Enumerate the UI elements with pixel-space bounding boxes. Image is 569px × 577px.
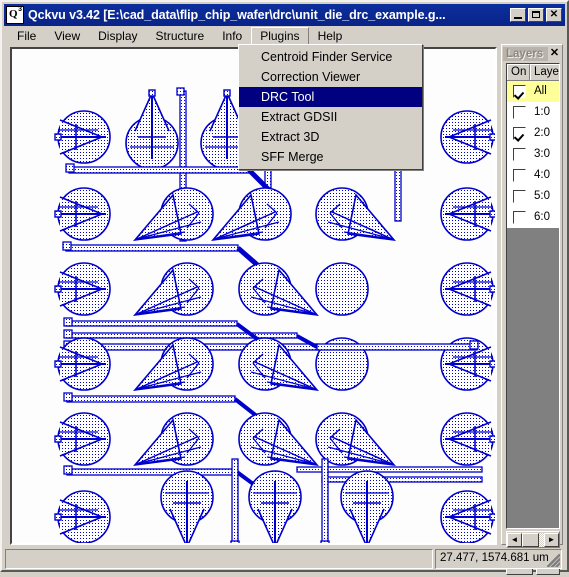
app-icon: Q 3 [6, 6, 24, 24]
app-icon-letter: Q [9, 8, 18, 20]
column-header-layer[interactable]: Layer [530, 64, 559, 80]
layer-name-6-0: 6:0 [534, 211, 550, 223]
layer-checkbox-all[interactable] [512, 85, 526, 98]
layer-row-3-0[interactable]: 3:0 [507, 144, 559, 165]
layer-checkbox-1-0[interactable] [512, 106, 526, 119]
app-icon-superscript: 3 [18, 6, 22, 13]
scrollbar-thumb[interactable] [522, 532, 539, 547]
layer-checkbox-cell [507, 106, 531, 119]
layer-name-3-0: 3:0 [534, 148, 550, 160]
layer-checkbox-cell [507, 169, 531, 182]
layer-name-all: All [534, 85, 547, 97]
layer-name-4-0: 4:0 [534, 169, 550, 181]
layer-row-6-0[interactable]: 6:0 [507, 207, 559, 228]
layer-checkbox-cell [507, 127, 531, 140]
menu-view[interactable]: View [45, 27, 89, 47]
layer-checkbox-4-0[interactable] [512, 169, 526, 182]
layer-checkbox-5-0[interactable] [512, 190, 526, 203]
layer-checkbox-6-0[interactable] [512, 211, 526, 224]
menu-display[interactable]: Display [89, 27, 146, 47]
coordinates-text: 27.477, 1574.681 um [440, 552, 549, 564]
column-header-on[interactable]: On [507, 64, 530, 80]
menu-item-extract-gdsii[interactable]: Extract GDSII [239, 107, 422, 127]
status-message [5, 549, 433, 569]
resize-grip-icon[interactable] [547, 554, 560, 567]
layer-name-2-0: 2:0 [534, 127, 550, 139]
menu-item-sff-merge[interactable]: SFF Merge [239, 147, 422, 167]
application-window: Q 3 Qckvu v3.42 [E:\cad_data\flip_chip_w… [0, 0, 569, 575]
menu-item-extract-3d[interactable]: Extract 3D [239, 127, 422, 147]
close-icon: ✕ [549, 9, 559, 20]
layers-panel: Layers ✕ On Layer All 1:0 2:0 3:0 4:0 5:… [501, 44, 563, 575]
menu-file[interactable]: File [8, 27, 45, 47]
layer-row-2-0[interactable]: 2:0 [507, 123, 559, 144]
layer-name-5-0: 5:0 [534, 190, 550, 202]
layer-checkbox-2-0[interactable] [512, 127, 526, 140]
close-button[interactable]: ✕ [546, 8, 562, 22]
minimize-button[interactable] [510, 8, 526, 22]
layers-panel-title: Layers [503, 47, 548, 61]
layers-panel-header: Layers ✕ [503, 46, 561, 62]
layer-row-1-0[interactable]: 1:0 [507, 102, 559, 123]
layer-checkbox-cell [507, 211, 531, 224]
layers-column-headers: On Layer [507, 64, 559, 81]
menu-item-drc-tool[interactable]: DRC Tool [239, 87, 422, 107]
layers-horizontal-scrollbar[interactable]: ◄ ► [506, 531, 560, 548]
status-coordinates: 27.477, 1574.681 um [435, 549, 562, 569]
plugins-dropdown-menu: Centroid Finder Service Correction Viewe… [238, 44, 423, 170]
window-controls: ✕ [510, 8, 562, 22]
menu-structure[interactable]: Structure [147, 27, 214, 47]
layer-checkbox-cell [507, 190, 531, 203]
menu-item-correction-viewer[interactable]: Correction Viewer [239, 67, 422, 87]
layer-row-4-0[interactable]: 4:0 [507, 165, 559, 186]
layer-row-5-0[interactable]: 5:0 [507, 186, 559, 207]
layer-name-1-0: 1:0 [534, 106, 550, 118]
layer-checkbox-3-0[interactable] [512, 148, 526, 161]
layer-row-all[interactable]: All [507, 81, 559, 102]
layers-close-icon[interactable]: ✕ [548, 47, 561, 61]
maximize-button[interactable] [528, 8, 544, 22]
layers-list[interactable]: On Layer All 1:0 2:0 3:0 4:0 5:0 6:0 [506, 63, 560, 529]
layer-checkbox-cell [507, 85, 531, 98]
title-bar: Q 3 Qckvu v3.42 [E:\cad_data\flip_chip_w… [4, 4, 565, 26]
status-bar: 27.477, 1574.681 um [5, 549, 566, 569]
menu-item-centroid-finder-service[interactable]: Centroid Finder Service [239, 47, 422, 67]
layer-checkbox-cell [507, 148, 531, 161]
scroll-left-arrow-icon[interactable]: ◄ [507, 532, 522, 547]
scroll-right-arrow-icon[interactable]: ► [544, 532, 559, 547]
window-title: Qckvu v3.42 [E:\cad_data\flip_chip_wafer… [28, 8, 446, 22]
